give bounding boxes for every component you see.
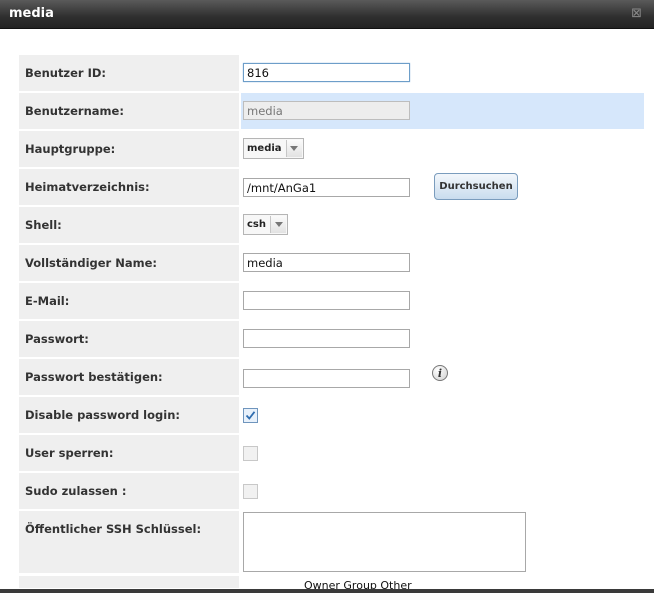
dialog-title: media	[9, 6, 54, 21]
browse-button[interactable]: Durchsuchen	[434, 173, 518, 200]
close-icon[interactable]: ⊠	[631, 6, 642, 21]
info-icon[interactable]: i	[432, 365, 448, 381]
password-confirm-label: Passwort bestätigen:	[19, 359, 239, 395]
lock-user-label: User sperren:	[19, 435, 239, 471]
password-label: Passwort:	[19, 321, 239, 357]
disable-password-login-checkbox[interactable]	[243, 408, 258, 423]
password-confirm-input[interactable]	[243, 369, 410, 388]
password-input[interactable]	[243, 329, 410, 348]
allow-sudo-label: Sudo zulassen :	[19, 473, 239, 509]
full-name-input[interactable]: media	[243, 253, 410, 272]
shell-value: csh	[247, 219, 266, 230]
home-dir-label: Heimatverzeichnis:	[19, 169, 239, 205]
user-id-input[interactable]: 816	[243, 63, 410, 82]
username-label: Benutzername:	[19, 93, 239, 129]
home-permissions-label	[19, 576, 239, 588]
primary-group-label: Hauptgruppe:	[19, 131, 239, 167]
shell-select[interactable]: csh	[243, 214, 288, 235]
full-name-label: Vollständiger Name:	[19, 245, 239, 281]
checkmark-icon	[245, 411, 256, 420]
ssh-key-textarea[interactable]	[243, 512, 526, 572]
dialog-titlebar: media ⊠	[0, 0, 654, 29]
ssh-key-label: Öffentlicher SSH Schlüssel:	[19, 511, 239, 573]
chevron-down-icon	[270, 216, 286, 233]
primary-group-select[interactable]: media	[243, 138, 304, 159]
home-dir-input[interactable]: /mnt/AnGa1	[243, 178, 410, 197]
disable-password-login-label: Disable password login:	[19, 397, 239, 433]
lock-user-checkbox[interactable]	[243, 446, 258, 461]
username-input: media	[243, 101, 410, 120]
allow-sudo-checkbox[interactable]	[243, 484, 258, 499]
email-input[interactable]	[243, 291, 410, 310]
email-label: E-Mail:	[19, 283, 239, 319]
primary-group-value: media	[247, 143, 282, 154]
user-id-label: Benutzer ID:	[19, 55, 239, 91]
chevron-down-icon	[285, 140, 302, 157]
shell-label: Shell:	[19, 207, 239, 243]
bottom-scroll-edge	[0, 589, 654, 593]
